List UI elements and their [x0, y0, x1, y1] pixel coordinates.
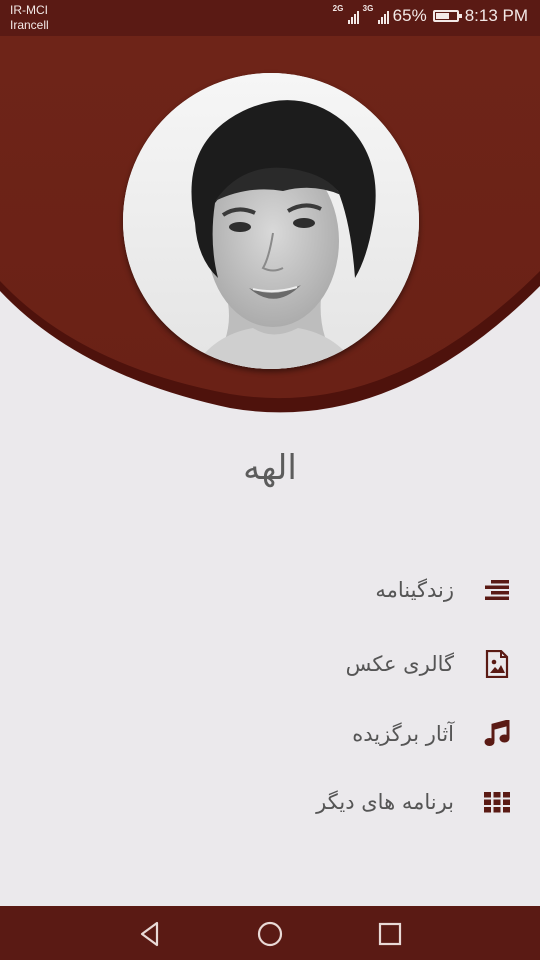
clock: 8:13 PM: [464, 6, 528, 25]
recents-icon: [378, 922, 402, 946]
menu-item-label: آثار برگزیده: [352, 722, 454, 746]
carrier-2: Irancell: [10, 18, 49, 32]
menu-item-biography[interactable]: زندگینامه: [72, 560, 512, 620]
signal-icon: 2G: [332, 4, 359, 25]
menu-item-other-apps[interactable]: برنامه های دیگر: [72, 772, 512, 832]
carrier-1: IR-MCI: [10, 3, 48, 17]
menu-item-photo-gallery[interactable]: گالری عکس: [72, 634, 512, 694]
battery-percent: 65%: [392, 6, 427, 25]
list-icon: [482, 575, 512, 605]
menu-item-label: برنامه های دیگر: [316, 790, 454, 814]
menu-item-selected-works[interactable]: آثار برگزیده: [72, 704, 512, 764]
grid-icon: [482, 787, 512, 817]
menu-item-label: زندگینامه: [375, 578, 454, 602]
carrier-info: IR-MCI Irancell: [10, 3, 49, 33]
battery-icon: [432, 10, 462, 22]
recents-button[interactable]: [374, 918, 406, 950]
menu-item-label: گالری عکس: [345, 652, 454, 676]
back-button[interactable]: [134, 918, 166, 950]
image-icon: [482, 649, 512, 679]
back-icon: [140, 921, 159, 947]
artist-name: الهه: [243, 448, 297, 488]
network-type-2: 3G: [362, 4, 374, 13]
profile-avatar[interactable]: [123, 73, 419, 369]
status-bar: IR-MCI Irancell 2G 3G 65% 8:13 PM: [0, 0, 540, 36]
status-indicators: 2G 3G 65% 8:13 PM: [332, 4, 528, 26]
signal-icon: 3G: [362, 4, 389, 25]
battery-fill: [435, 13, 449, 19]
portrait-image: [123, 73, 419, 369]
navigation-bar: [0, 906, 540, 960]
music-note-icon: [482, 719, 512, 749]
home-icon: [257, 921, 283, 947]
network-type-1: 2G: [332, 4, 344, 13]
home-button[interactable]: [254, 918, 286, 950]
